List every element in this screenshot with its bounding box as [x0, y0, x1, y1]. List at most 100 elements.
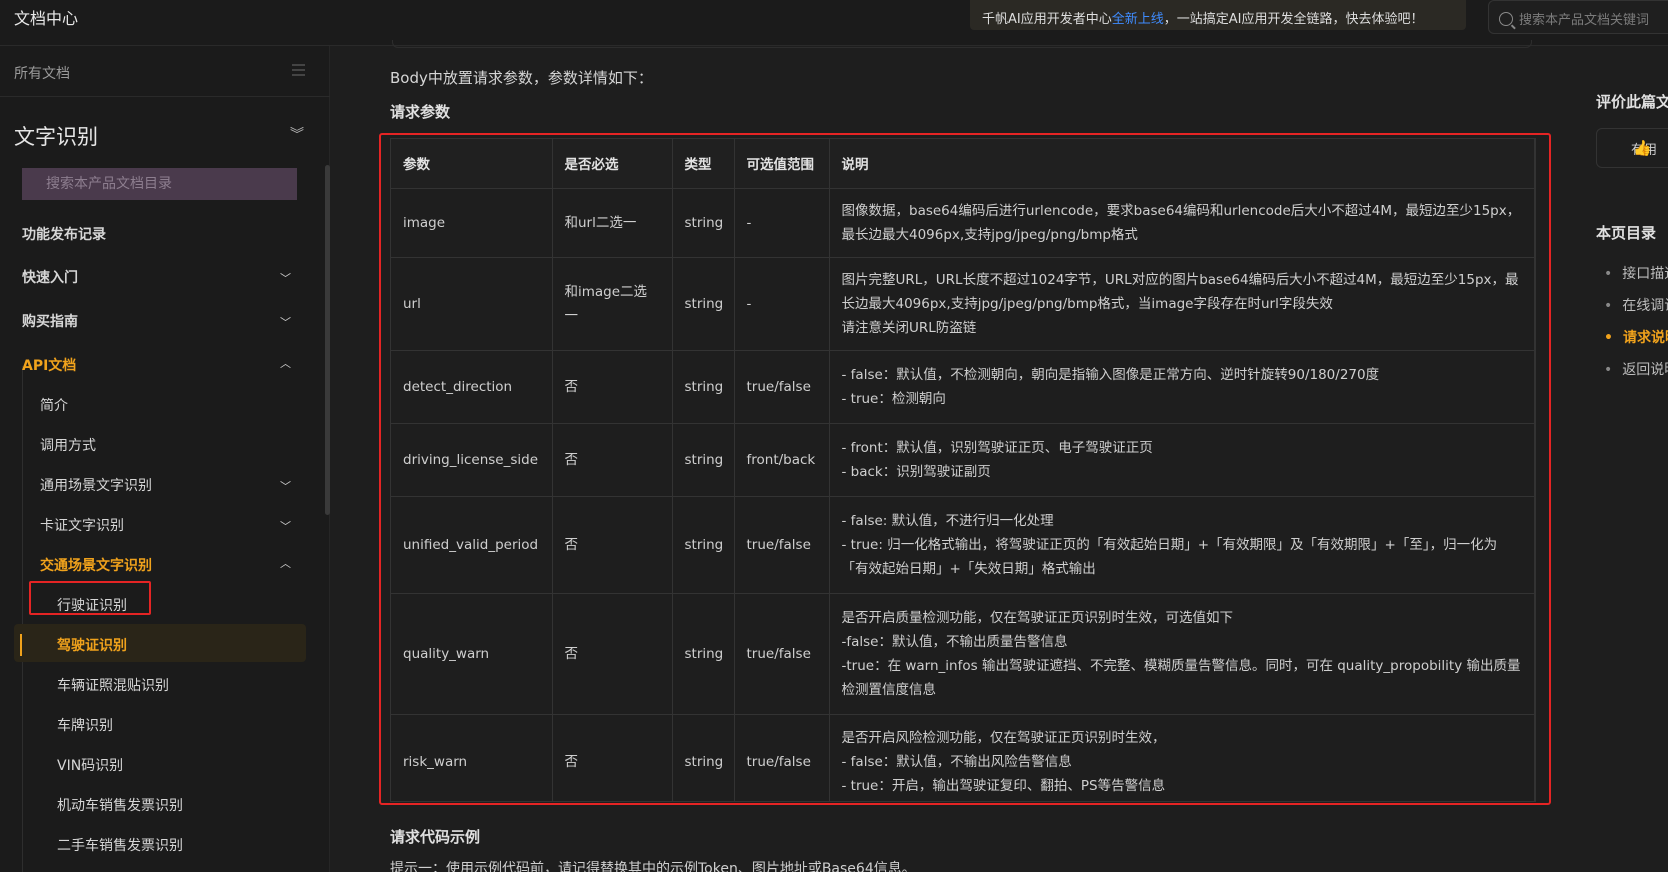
table-row: risk_warn 否 string true/false 是否开启风险检测功能… — [391, 714, 1535, 801]
table-row: unified_valid_period 否 string true/false… — [391, 496, 1535, 594]
collapse-sidebar-icon[interactable] — [292, 64, 305, 76]
chevron-down-icon[interactable]: ﹀ — [280, 478, 291, 494]
toc-item-online-debug[interactable]: 在线调试 — [1604, 295, 1668, 315]
thumbs-up-icon: 👍 — [1633, 139, 1652, 157]
desc-line: -true：在 warn_infos 输出驾驶证遮挡、不完整、模糊质量告警信息。… — [841, 657, 1521, 698]
chevron-up-icon[interactable]: ︿ — [280, 355, 291, 371]
param-range: - — [734, 257, 830, 351]
param-desc: - false: 默认值，不进行归一化处理 - true: 归一化格式输出，将驾… — [829, 496, 1535, 594]
sidebar-item-vin[interactable]: VIN码识别 — [57, 755, 123, 775]
desc-line: - false: 默认值，不进行归一化处理 — [841, 512, 1054, 529]
doc-search-input[interactable]: 搜索本产品文档关键词 — [1488, 0, 1668, 34]
param-range: true/false — [734, 496, 830, 594]
param-type: string — [672, 257, 735, 351]
promo-suffix: ，一站搞定AI应用开发全链路，快去体验吧！ — [1163, 12, 1424, 27]
param-name: driving_license_side — [391, 423, 553, 497]
previous-block-edge — [392, 40, 1532, 48]
param-required: 否 — [552, 593, 673, 715]
product-title[interactable]: 文字识别 — [14, 121, 98, 151]
desc-line: -false：默认值，不输出质量告警信息 — [841, 633, 1068, 650]
param-name: image — [391, 188, 553, 258]
table-row: quality_warn 否 string true/false 是否开启质量检… — [391, 593, 1535, 715]
sidebar-item-driving-license[interactable]: 驾驶证识别 — [57, 635, 127, 655]
param-range: true/false — [734, 350, 830, 424]
sidebar-item-vehicle-mixed[interactable]: 车辆证照混贴识别 — [57, 675, 169, 695]
param-name: unified_valid_period — [391, 496, 553, 594]
column-header: 可选值范围 — [734, 139, 830, 189]
param-required: 和url二选一 — [552, 188, 673, 258]
param-range: front/back — [734, 423, 830, 497]
sidebar-item-traffic-ocr[interactable]: 交通场景文字识别 — [40, 555, 152, 575]
helpful-button[interactable]: 👍 有用 — [1596, 128, 1668, 168]
sidebar-item-call-method[interactable]: 调用方式 — [40, 435, 96, 455]
sidebar: 所有文档 文字识别 ︾ — [0, 46, 330, 872]
param-type: string — [672, 714, 735, 801]
param-name: quality_warn — [391, 593, 553, 715]
param-type: string — [672, 593, 735, 715]
param-desc: - front：默认值，识别驾驶证正页、电子驾驶证正页 - back：识别驾驶证… — [829, 423, 1535, 497]
sidebar-item-api-docs[interactable]: API文档 — [22, 355, 76, 375]
highlight-annotation-box — [29, 581, 151, 615]
nav-tree-line — [22, 366, 23, 872]
promo-prefix: 千帆AI应用开发者中心 — [982, 12, 1112, 27]
code-tip-text: 提示一：使用示例代码前，请记得替换其中的示例Token、图片地址或Base64信… — [390, 861, 916, 872]
param-desc: 是否开启质量检测功能，仅在驾驶证正页识别时生效，可选值如下 -false：默认值… — [829, 593, 1535, 715]
body-intro-text: Body中放置请求参数，参数详情如下： — [390, 69, 653, 87]
table-row: detect_direction 否 string true/false - f… — [391, 350, 1535, 424]
desc-line: - front：默认值，识别驾驶证正页、电子驾驶证正页 — [841, 439, 1153, 456]
column-header: 类型 — [672, 139, 735, 189]
sidebar-item-vehicle-invoice[interactable]: 机动车销售发票识别 — [57, 795, 183, 815]
chevron-double-down-icon[interactable]: ︾ — [290, 124, 304, 144]
param-name: risk_warn — [391, 714, 553, 801]
section-title-code-example: 请求代码示例 — [390, 828, 481, 846]
all-docs-link[interactable]: 所有文档 — [14, 63, 70, 83]
sidebar-item-used-car-invoice[interactable]: 二手车销售发票识别 — [57, 835, 183, 855]
param-required: 和image二选一 — [552, 257, 673, 351]
chevron-up-icon[interactable]: ︿ — [280, 555, 291, 571]
param-name: detect_direction — [391, 350, 553, 424]
desc-line: 是否开启质量检测功能，仅在驾驶证正页识别时生效，可选值如下 — [841, 609, 1234, 626]
param-range: true/false — [734, 593, 830, 715]
table-row: image 和url二选一 string - 图像数据，base64编码后进行u… — [391, 188, 1535, 258]
desc-line: 请注意关闭URL防盗链 — [841, 319, 977, 336]
sidebar-item-release-notes[interactable]: 功能发布记录 — [22, 224, 106, 244]
desc-line: - true：开启，输出驾驶证复印、翻拍、PS等告警信息 — [841, 778, 1166, 794]
sidebar-search-input[interactable] — [22, 168, 297, 200]
desc-line: 图片完整URL，URL长度不超过1024字节，URL对应的图片base64编码后… — [841, 271, 1519, 312]
toc-item-interface-desc[interactable]: 接口描述 — [1604, 263, 1668, 283]
toc-item-response-desc[interactable]: 返回说明 — [1604, 359, 1668, 379]
param-required: 否 — [552, 423, 673, 497]
rate-article-title: 评价此篇文章 — [1596, 93, 1668, 111]
column-header: 说明 — [829, 139, 1535, 189]
param-required: 否 — [552, 714, 673, 801]
chevron-down-icon[interactable]: ﹀ — [280, 270, 291, 286]
sidebar-item-intro[interactable]: 简介 — [40, 395, 68, 415]
promo-banner[interactable]: 千帆AI应用开发者中心全新上线，一站搞定AI应用开发全链路，快去体验吧！ — [970, 0, 1466, 30]
param-desc: 图片完整URL，URL长度不超过1024字节，URL对应的图片base64编码后… — [829, 257, 1535, 351]
param-type: string — [672, 423, 735, 497]
param-type: string — [672, 188, 735, 258]
toc-title: 本页目录 — [1596, 224, 1657, 242]
param-desc: 图像数据，base64编码后进行urlencode，要求base64编码和url… — [829, 188, 1535, 258]
promo-highlight[interactable]: 全新上线 — [1112, 12, 1164, 27]
chevron-down-icon[interactable]: ﹀ — [280, 314, 291, 330]
table-row: url 和image二选一 string - 图片完整URL，URL长度不超过1… — [391, 257, 1535, 351]
param-desc: - false：默认值，不检测朝向，朝向是指输入图像是正常方向、逆时针旋转90/… — [829, 350, 1535, 424]
desc-line: 是否开启风险检测功能，仅在驾驶证正页识别时生效， — [841, 730, 1166, 746]
sidebar-item-quickstart[interactable]: 快速入门 — [22, 267, 78, 287]
param-range: - — [734, 188, 830, 258]
sidebar-item-card-ocr[interactable]: 卡证文字识别 — [40, 515, 124, 535]
chevron-down-icon[interactable]: ﹀ — [280, 518, 291, 534]
sidebar-item-general-ocr[interactable]: 通用场景文字识别 — [40, 475, 152, 495]
params-table: 参数 是否必选 类型 可选值范围 说明 image 和url二选一 string… — [390, 138, 1536, 802]
sidebar-divider — [0, 96, 330, 97]
sidebar-item-purchase[interactable]: 购买指南 — [22, 311, 78, 331]
param-range: true/false — [734, 714, 830, 801]
brand-title[interactable]: 文档中心 — [14, 5, 78, 29]
sidebar-scrollbar[interactable] — [325, 165, 330, 515]
search-icon — [1499, 12, 1513, 26]
desc-line: - true：检测朝向 — [841, 390, 946, 407]
toc-item-request-desc[interactable]: 请求说明 — [1604, 327, 1668, 347]
desc-line: 图像数据，base64编码后进行urlencode，要求base64编码和url… — [841, 202, 1521, 243]
sidebar-item-license-plate[interactable]: 车牌识别 — [57, 715, 113, 735]
